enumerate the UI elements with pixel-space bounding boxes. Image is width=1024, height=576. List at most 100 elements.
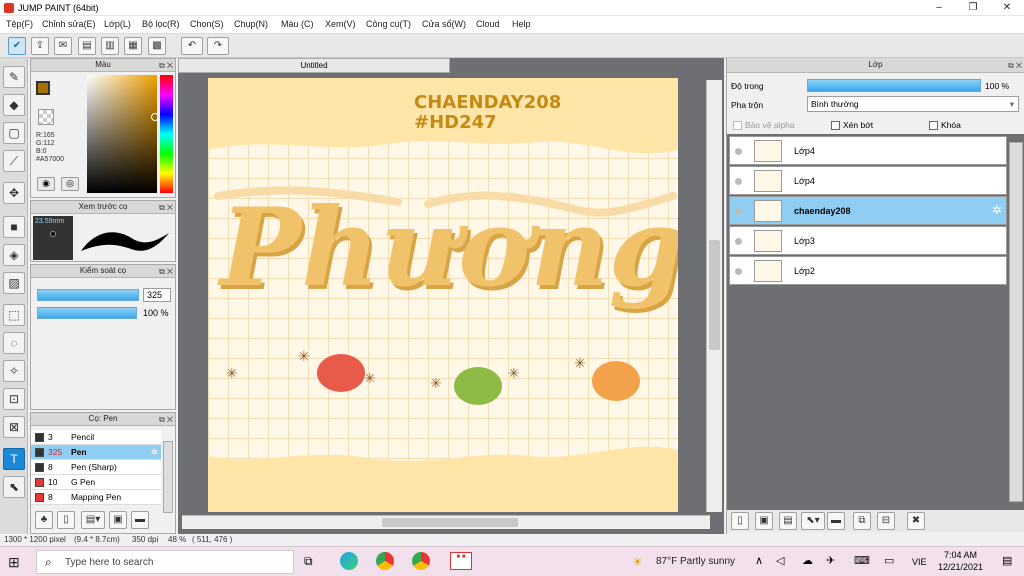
lasso-tool-icon[interactable]: ◌ — [3, 332, 25, 354]
weather-text[interactable]: 87°F Partly sunny — [656, 556, 735, 567]
color-picker-cursor[interactable] — [151, 113, 159, 121]
taskbar-search[interactable]: ⌕ Type here to search — [36, 550, 294, 574]
canvas-horizontal-scrollbar[interactable] — [182, 515, 710, 529]
panel-float-close-icon[interactable]: ⧉ ✕ — [1008, 59, 1022, 73]
redo-button[interactable]: ↷ — [207, 37, 229, 55]
comment-button[interactable]: ✉ — [54, 37, 72, 55]
blend-mode-select[interactable]: Bình thường ▾ — [807, 96, 1019, 112]
text-doc-button[interactable]: ▦ — [124, 37, 142, 55]
keyboard-icon[interactable]: ⌨ — [854, 554, 870, 567]
transparent-color-swatch[interactable] — [38, 109, 54, 125]
brush-item-selected[interactable]: 325 Pen ✲ — [31, 445, 161, 460]
visibility-icon[interactable] — [735, 208, 742, 215]
select-eraser-tool-icon[interactable]: ⊠ — [3, 416, 25, 438]
panel-float-close-icon[interactable]: ⧉ ✕ — [159, 202, 173, 214]
protect-alpha-checkbox[interactable]: Bảo vệ alpha — [733, 120, 795, 131]
cloud-sync-button[interactable]: ✔ — [8, 37, 26, 55]
undo-button[interactable]: ↶ — [181, 37, 203, 55]
layer-settings-gear-icon[interactable]: ✲ — [992, 203, 1002, 217]
merge-layer-icon[interactable]: ⧉ — [853, 512, 871, 530]
cloud-icon[interactable]: ☁ — [802, 554, 813, 567]
text-tool-icon[interactable]: T — [3, 448, 25, 470]
menu-layer[interactable]: Lớp(L) — [104, 19, 131, 29]
operation-tool-icon[interactable]: ⬉ — [3, 476, 25, 498]
delete-layer-icon[interactable]: ✖ — [907, 512, 925, 530]
menu-filter[interactable]: Bộ lọc(R) — [142, 19, 180, 29]
brush-item[interactable]: 8 Pen (Sharp) — [31, 460, 161, 475]
brush-item[interactable]: 8 Mapping Pen — [31, 490, 161, 505]
brush-opacity-slider[interactable] — [37, 307, 137, 319]
move-tool-icon[interactable]: ✥ — [3, 182, 25, 204]
brush-folder-icon[interactable]: ▬ — [131, 511, 149, 529]
network-icon[interactable]: ✈ — [826, 554, 835, 567]
clock-time[interactable]: 7:04 AM — [944, 550, 977, 560]
layer-opacity-slider[interactable] — [807, 79, 981, 92]
input-language[interactable]: VIE — [912, 557, 927, 567]
visibility-icon[interactable] — [735, 178, 742, 185]
new-layer-icon[interactable]: ▯ — [731, 512, 749, 530]
brush-item[interactable]: 10 G Pen — [31, 475, 161, 490]
palette-icon[interactable]: ◉ — [37, 177, 55, 191]
brush-menu-icon[interactable]: ▤▾ — [81, 511, 105, 529]
brush-list-scrollbar[interactable] — [163, 441, 173, 513]
eyedropper-icon[interactable]: ◎ — [61, 177, 79, 191]
lock-checkbox[interactable]: Khóa — [929, 120, 961, 131]
layer-row[interactable]: Lớp2 — [729, 256, 1007, 285]
canvas-vertical-scrollbar[interactable] — [706, 80, 722, 512]
drawing-canvas[interactable]: ✳ ✳ ✳ ✳ ✳ ✳ CHAENDAY208 #HD247 Phương — [208, 78, 678, 512]
layer-folder-icon[interactable]: ▬ — [827, 512, 845, 530]
add-brush-icon[interactable]: ♣ — [35, 511, 53, 529]
windows-start-icon[interactable]: ⊞ — [8, 555, 20, 569]
layer-list-scrollbar[interactable] — [1009, 142, 1023, 502]
select-pen-tool-icon[interactable]: ⊡ — [3, 388, 25, 410]
menu-file[interactable]: Tệp(F) — [6, 19, 33, 29]
chrome-icon[interactable] — [412, 552, 430, 570]
jump-paint-taskbar-icon[interactable]: ■ ■ — [450, 552, 472, 570]
fill-shape-tool-icon[interactable]: ■ — [3, 216, 25, 238]
brush-settings-gear-icon[interactable]: ✲ — [151, 445, 158, 459]
menu-color[interactable]: Màu (C) — [281, 19, 314, 29]
transfer-layer-icon[interactable]: ⊟ — [877, 512, 895, 530]
task-view-icon[interactable]: ⧉ — [304, 554, 313, 569]
select-rect-tool-icon[interactable]: ⬚ — [3, 304, 25, 326]
brush-size-slider[interactable] — [37, 289, 139, 301]
panel-float-close-icon[interactable]: ⧉ ✕ — [159, 266, 173, 278]
document-tab[interactable]: Untitled — [178, 58, 450, 73]
brush-settings-icon[interactable]: ▣ — [109, 511, 127, 529]
layer-row[interactable]: Lớp3 — [729, 226, 1007, 255]
battery-icon[interactable]: ▭ — [884, 554, 894, 567]
minimize-button[interactable]: – — [922, 0, 956, 16]
new-brush-icon[interactable]: ▯ — [57, 511, 75, 529]
duplicate-layer-icon[interactable]: ▤ — [779, 512, 797, 530]
gradient-tool-icon[interactable]: ▨ — [3, 272, 25, 294]
main-color-swatch[interactable] — [36, 81, 50, 95]
panel-float-close-icon[interactable]: ⧉ ✕ — [159, 414, 173, 426]
menu-view[interactable]: Xem(V) — [325, 19, 356, 29]
grid-button[interactable]: ▩ — [148, 37, 166, 55]
new-layer-mask-icon[interactable]: ▣ — [755, 512, 773, 530]
rectangle-tool-icon[interactable]: ▢ — [3, 122, 25, 144]
menu-help[interactable]: Help — [512, 19, 531, 29]
horizontal-scroll-thumb[interactable] — [382, 518, 518, 527]
eraser-tool-icon[interactable]: ◆ — [3, 94, 25, 116]
menu-select[interactable]: Chọn(S) — [190, 19, 224, 29]
layer-row[interactable]: Lớp4 — [729, 166, 1007, 195]
pen-tool-icon[interactable]: ✎ — [3, 66, 25, 88]
bucket-tool-icon[interactable]: ◈ — [3, 244, 25, 266]
brush-tool-icon[interactable]: ⟋ — [3, 150, 25, 172]
menu-tools[interactable]: Công cụ(T) — [366, 19, 411, 29]
magic-wand-tool-icon[interactable]: ✧ — [3, 360, 25, 382]
clip-checkbox[interactable]: Xén bớt — [831, 120, 873, 131]
saturation-value-picker[interactable] — [87, 75, 157, 193]
volume-icon[interactable]: ◁ — [776, 554, 784, 567]
clock-date[interactable]: 12/21/2021 — [938, 562, 983, 572]
chrome-icon[interactable] — [376, 552, 394, 570]
visibility-icon[interactable] — [735, 148, 742, 155]
panel-float-close-icon[interactable]: ⧉ ✕ — [159, 60, 173, 72]
edge-browser-icon[interactable] — [340, 552, 358, 570]
document-button[interactable]: ▥ — [101, 37, 119, 55]
menu-cloud[interactable]: Cloud — [476, 19, 500, 29]
panel-toggle-button[interactable]: ▤ — [78, 37, 96, 55]
maximize-button[interactable]: ❐ — [956, 0, 990, 16]
share-button[interactable]: ⇪ — [31, 37, 49, 55]
